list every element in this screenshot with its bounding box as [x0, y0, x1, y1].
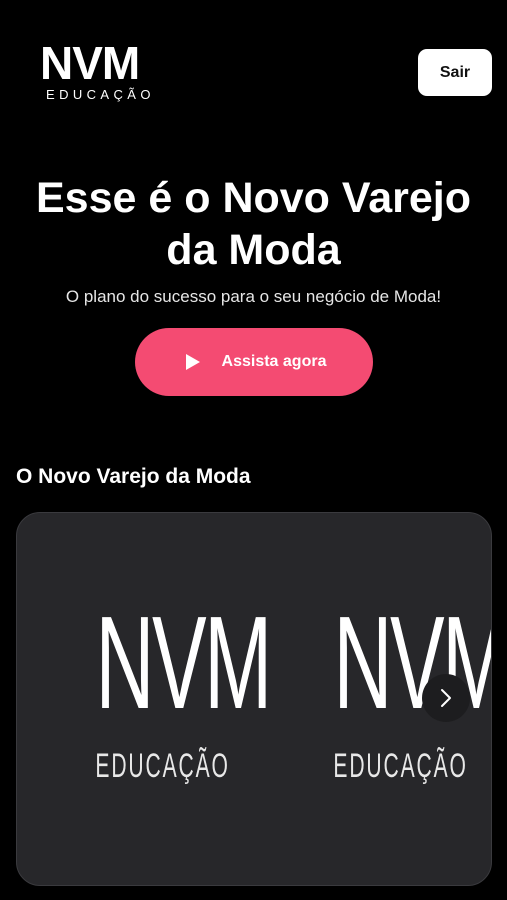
logo-main-text: NVM [40, 37, 140, 89]
hero-title: Esse é o Novo Varejo da Moda [36, 174, 471, 274]
watch-now-button[interactable]: Assista agora [135, 328, 373, 396]
logout-button[interactable]: Sair [418, 49, 492, 96]
carousel-next-button[interactable] [422, 674, 470, 722]
logo-sub-text: EDUCAÇÃO [46, 87, 155, 102]
page: NVM EDUCAÇÃO Sair Esse é o Novo Varejo d… [0, 0, 507, 900]
brand-logo[interactable]: NVM EDUCAÇÃO [40, 40, 178, 102]
hero-subtitle: O plano do sucesso para o seu negócio de… [65, 287, 442, 306]
course-carousel: NVM EDUCAÇÃO NVM EDUCAÇÃO [16, 512, 492, 886]
course-card[interactable]: NVM EDUCAÇÃO [65, 589, 272, 786]
card-logo-sub: EDUCAÇÃO [95, 747, 230, 785]
card-logo-main: NVM [95, 589, 272, 736]
card-logo-main: NVM [333, 589, 492, 736]
play-icon [185, 354, 200, 370]
watch-now-label: Assista agora [221, 353, 327, 370]
chevron-right-icon [441, 689, 451, 707]
card-logo-sub: EDUCAÇÃO [333, 747, 468, 785]
section-title: O Novo Varejo da Moda [16, 465, 251, 488]
